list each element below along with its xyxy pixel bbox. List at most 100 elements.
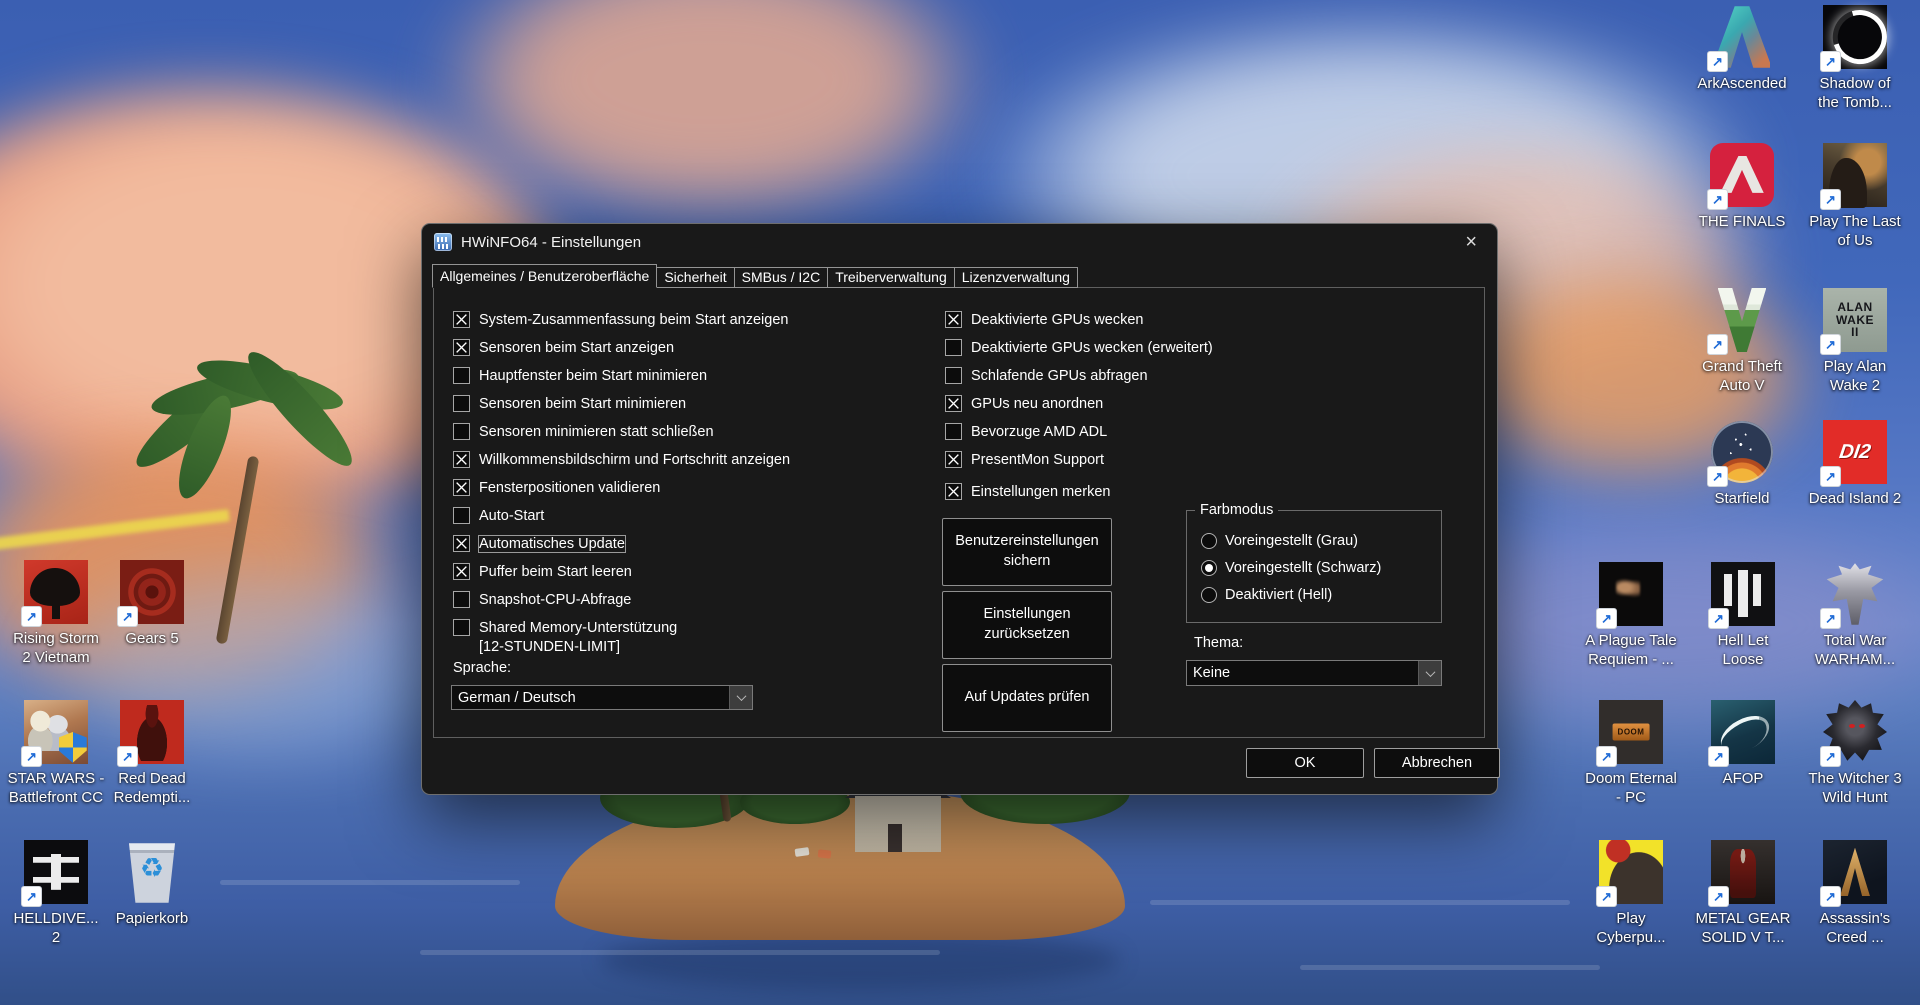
chevron-down-icon[interactable] — [1418, 661, 1441, 685]
icon-label: Play Alan Wake 2 — [1823, 358, 1887, 394]
chevron-down-icon[interactable] — [729, 686, 752, 709]
radio-button[interactable] — [1201, 559, 1217, 576]
assassins-creed-icon: ↗ — [1820, 840, 1887, 907]
tab-sicherheit[interactable]: Sicherheit — [656, 267, 735, 288]
option-system-zusammenfassung-beim-start-anzeigen[interactable]: System-Zusammenfassung beim Start anzeig… — [453, 306, 923, 334]
option-label: Schlafende GPUs abfragen — [971, 368, 1148, 384]
play-alan-wake-2-icon: ↗ — [1820, 288, 1887, 355]
option-texts: Sensoren beim Start minimieren — [479, 394, 686, 414]
checkbox[interactable] — [453, 339, 470, 356]
checkbox[interactable] — [945, 483, 962, 500]
checkbox[interactable] — [453, 535, 470, 552]
desktop-icon-hell-let-loose[interactable]: ↗ Hell Let Loose — [1678, 562, 1808, 669]
checkbox[interactable] — [945, 395, 962, 412]
thema-dropdown[interactable]: Keine — [1186, 660, 1442, 686]
icon-label: Play The Last of Us — [1809, 213, 1901, 249]
desktop-icon-shadow-of-the-tomb[interactable]: ↗ Shadow of the Tomb... — [1790, 5, 1920, 112]
option-schlafende-gpus-abfragen[interactable]: Schlafende GPUs abfragen — [945, 362, 1325, 390]
checkbox[interactable] — [453, 451, 470, 468]
desktop-icon-gears-5[interactable]: ↗ Gears 5 — [87, 560, 217, 648]
desktop-icon-play-the-last-of-us[interactable]: ↗ Play The Last of Us — [1790, 143, 1920, 250]
icon-label: Red Dead Redempti... — [113, 770, 191, 806]
option-bevorzuge-amd-adl[interactable]: Bevorzuge AMD ADL — [945, 418, 1325, 446]
checkbox[interactable] — [453, 367, 470, 384]
desktop-icon-total-war-warhammer[interactable]: ↗ Total War WARHAM... — [1790, 562, 1920, 669]
option-label: Sensoren minimieren statt schließen — [479, 424, 714, 440]
desktop-icon-play-cyberpunk[interactable]: ↗ Play Cyberpu... — [1566, 840, 1696, 947]
option-gpus-neu-anordnen[interactable]: GPUs neu anordnen — [945, 390, 1325, 418]
auf-updates-pr-fen-button[interactable]: Auf Updates prüfen — [942, 664, 1112, 732]
tab-smbus-i2c[interactable]: SMBus / I2C — [733, 267, 829, 288]
option-shared-memory-unterst-tzung[interactable]: Shared Memory-Unterstützung [12-STUNDEN-L… — [453, 614, 923, 657]
option-sensoren-minimieren-statt-schlie-en[interactable]: Sensoren minimieren statt schließen — [453, 418, 923, 446]
ok-button[interactable]: OK — [1246, 748, 1364, 778]
checkbox[interactable] — [453, 311, 470, 328]
desktop-icon-a-plague-tale-requiem[interactable]: ↗ A Plague Tale Requiem - ... — [1566, 562, 1696, 669]
play-cyberpunk-icon: ↗ — [1596, 840, 1663, 907]
option-puffer-beim-start-leeren[interactable]: Puffer beim Start leeren — [453, 558, 923, 586]
benutzereinstellungen-sichern-button[interactable]: Benutzereinstellungen sichern — [942, 518, 1112, 586]
option-willkommensbildschirm-und-fortschritt-anze[interactable]: Willkommensbildschirm und Fortschritt an… — [453, 446, 923, 474]
checkbox[interactable] — [945, 423, 962, 440]
sprache-dropdown[interactable]: German / Deutsch — [451, 685, 753, 710]
the-witcher-3-wild-hunt-icon: ↗ — [1820, 700, 1887, 767]
radio-button[interactable] — [1201, 586, 1217, 603]
desktop-icon-red-dead-redemption[interactable]: ↗ Red Dead Redempti... — [87, 700, 217, 807]
desktop-icon-papierkorb[interactable]: Papierkorb — [87, 840, 217, 928]
option-fensterpositionen-validieren[interactable]: Fensterpositionen validieren — [453, 474, 923, 502]
radio-option-voreingestellt-schwarz[interactable]: Voreingestellt (Schwarz) — [1201, 554, 1381, 581]
tab-lizenzverwaltung[interactable]: Lizenzverwaltung — [953, 267, 1078, 288]
desktop-icon-starfield[interactable]: ↗ Starfield — [1677, 420, 1807, 508]
option-texts: Puffer beim Start leeren — [479, 562, 632, 582]
einstellungen-zur-cksetzen-button[interactable]: Einstellungen zurücksetzen — [942, 591, 1112, 659]
papierkorb-artwork — [120, 840, 184, 904]
desktop-icon-afop[interactable]: ↗ AFOP — [1678, 700, 1808, 788]
shortcut-arrow-icon: ↗ — [1596, 746, 1617, 767]
farbmodus-legend: Farbmodus — [1195, 502, 1279, 518]
farbmodus-group: Farbmodus Voreingestellt (Grau) Voreinges… — [1186, 502, 1442, 623]
checkbox[interactable] — [453, 619, 470, 636]
dialog-titlebar[interactable]: HWiNFO64 - Einstellungen × — [422, 224, 1497, 260]
desktop-icon-grand-theft-auto-v[interactable]: ↗ Grand Theft Auto V — [1677, 288, 1807, 395]
tab-treiberverwaltung[interactable]: Treiberverwaltung — [827, 267, 955, 288]
option-sensoren-beim-start-minimieren[interactable]: Sensoren beim Start minimieren — [453, 390, 923, 418]
option-presentmon-support[interactable]: PresentMon Support — [945, 446, 1325, 474]
desktop-icon-the-finals[interactable]: ↗ THE FINALS — [1677, 143, 1807, 231]
desktop-icon-dead-island-2[interactable]: ↗ Dead Island 2 — [1790, 420, 1920, 508]
checkbox[interactable] — [453, 479, 470, 496]
desktop-icon-play-alan-wake-2[interactable]: ↗ Play AlanWake 2 — [1790, 288, 1920, 395]
x-mark-icon — [456, 314, 467, 325]
checkbox[interactable] — [945, 311, 962, 328]
checkbox[interactable] — [945, 367, 962, 384]
checkbox[interactable] — [945, 339, 962, 356]
general-options-list: System-Zusammenfassung beim Start anzeig… — [453, 306, 923, 657]
radio-option-deaktiviert-hell[interactable]: Deaktiviert (Hell) — [1201, 581, 1381, 608]
option-auto-start[interactable]: Auto-Start — [453, 502, 923, 530]
checkbox[interactable] — [453, 507, 470, 524]
icon-label: A Plague Tale Requiem - ... — [1585, 632, 1677, 668]
close-icon[interactable]: × — [1457, 230, 1485, 254]
checkbox[interactable] — [453, 591, 470, 608]
option-sensoren-beim-start-anzeigen[interactable]: Sensoren beim Start anzeigen — [453, 334, 923, 362]
checkbox[interactable] — [453, 395, 470, 412]
radio-option-voreingestellt-grau[interactable]: Voreingestellt (Grau) — [1201, 527, 1381, 554]
tab-allgemeines-benutzeroberfl-che[interactable]: Allgemeines / Benutzeroberfläche — [432, 264, 658, 288]
checkbox[interactable] — [945, 451, 962, 468]
option-texts: Hauptfenster beim Start minimieren — [479, 366, 707, 386]
desktop-icon-arkascended[interactable]: ↗ ArkAscended — [1677, 5, 1807, 93]
desktop-icon-the-witcher-3-wild-hunt[interactable]: ↗ The Witcher 3 Wild Hunt — [1790, 700, 1920, 807]
desktop-icon-assassins-creed[interactable]: ↗ Assassin's Creed ... — [1790, 840, 1920, 947]
checkbox[interactable] — [453, 563, 470, 580]
checkbox[interactable] — [453, 423, 470, 440]
desktop-icon-doom-eternal-pc[interactable]: ↗ Doom Eternal- PC — [1566, 700, 1696, 807]
option-hauptfenster-beim-start-minimieren[interactable]: Hauptfenster beim Start minimieren — [453, 362, 923, 390]
desktop-icon-metal-gear-solid-v[interactable]: ↗ METAL GEAR SOLID V T... — [1678, 840, 1808, 947]
cancel-button[interactable]: Abbrechen — [1374, 748, 1500, 778]
gpu-options-list: Deaktivierte GPUs wecken Deaktivierte GPU… — [945, 306, 1325, 506]
option-deaktivierte-gpus-wecken-erweitert[interactable]: Deaktivierte GPUs wecken (erweitert) — [945, 334, 1325, 362]
radio-button[interactable] — [1201, 532, 1217, 549]
shortcut-arrow-icon: ↗ — [1707, 189, 1728, 210]
option-automatisches-update[interactable]: Automatisches Update — [453, 530, 923, 558]
option-deaktivierte-gpus-wecken[interactable]: Deaktivierte GPUs wecken — [945, 306, 1325, 334]
option-snapshot-cpu-abfrage[interactable]: Snapshot-CPU-Abfrage — [453, 586, 923, 614]
